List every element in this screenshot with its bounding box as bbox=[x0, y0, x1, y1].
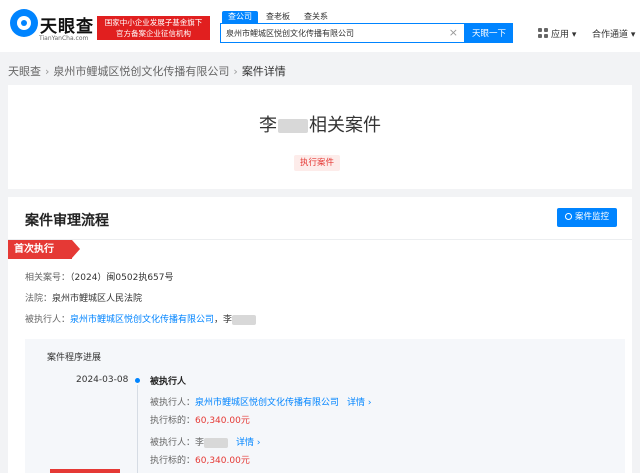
case-title-prefix: 李 bbox=[259, 115, 277, 136]
progress-title: 案件程序进展 bbox=[47, 353, 102, 363]
amount-label: 执行标的： bbox=[150, 416, 196, 426]
breadcrumb-home[interactable]: 天眼查 bbox=[8, 65, 41, 78]
executed-label: 被执行人： bbox=[25, 315, 71, 325]
divider bbox=[8, 239, 632, 240]
court-label: 法院： bbox=[25, 294, 53, 304]
executed-person-row: 被执行人：泉州市鲤城区悦创文化传播有限公司，李 bbox=[25, 312, 257, 325]
search-input[interactable] bbox=[226, 27, 446, 40]
executed-company-link[interactable]: 泉州市鲤城区悦创文化传播有限公司 bbox=[70, 315, 214, 325]
detail-link[interactable]: 详情 › bbox=[347, 398, 371, 408]
case-number-value: （2024）闽0502执657号 bbox=[70, 273, 174, 283]
case-monitor-button[interactable]: 案件监控 bbox=[557, 208, 617, 227]
timeline-company-link[interactable]: 泉州市鲤城区悦创文化传播有限公司 bbox=[195, 398, 339, 408]
timeline-executed-person-row: 被执行人：李 详情 › bbox=[150, 435, 261, 448]
timeline-person-name: 李 bbox=[195, 438, 205, 448]
case-monitor-label: 案件监控 bbox=[574, 212, 609, 222]
court-value: 泉州市鲤城区人民法院 bbox=[52, 294, 143, 304]
timeline-executed-company-row: 被执行人：泉州市鲤城区悦创文化传播有限公司 详情 › bbox=[150, 395, 372, 408]
close-icon[interactable]: × bbox=[449, 26, 458, 40]
logo-name: 天眼查 bbox=[40, 17, 94, 37]
slogan-line-2: 官方备案企业征信机构 bbox=[116, 29, 191, 38]
case-title-card: 李 相关案件 执行案件 bbox=[8, 85, 632, 189]
progress-panel: 案件程序进展 2024-03-08 被执行人 被执行人：泉州市鲤城区悦创文化传播… bbox=[25, 339, 625, 473]
timeline-date: 2024-03-08 bbox=[76, 375, 129, 385]
grid-icon[interactable] bbox=[538, 28, 548, 38]
timeline-executed-label: 被执行人： bbox=[150, 398, 196, 408]
tab-search-company[interactable]: 查公司 bbox=[222, 11, 258, 23]
breadcrumb-separator: › bbox=[233, 65, 238, 78]
timeline-dot-icon bbox=[135, 378, 140, 383]
timeline-line bbox=[137, 385, 138, 473]
timeline-amount-row: 执行标的：60,340.00元 bbox=[150, 453, 250, 466]
executed-person-name: ，李 bbox=[214, 315, 233, 325]
amount-label: 执行标的： bbox=[150, 456, 196, 466]
case-title-suffix: 相关案件 bbox=[309, 115, 381, 136]
amount-value: 60,340.00元 bbox=[195, 456, 250, 466]
redacted-name bbox=[278, 119, 308, 133]
amount-value: 60,340.00元 bbox=[195, 416, 250, 426]
breadcrumb-current: 案件详情 bbox=[241, 65, 286, 78]
case-number-row: 相关案号：（2024）闽0502执657号 bbox=[25, 270, 174, 283]
stage-badge: 首次执行 bbox=[8, 240, 80, 259]
redacted-name bbox=[204, 437, 229, 448]
court-row: 法院：泉州市鲤城区人民法院 bbox=[25, 291, 142, 304]
case-process-card: 案件审理流程 案件监控 首次执行 相关案号：（2024）闽0502执657号 法… bbox=[8, 197, 632, 473]
nav-cooperation-menu[interactable]: 合作通道 ▾ bbox=[592, 27, 635, 40]
breadcrumb-company[interactable]: 泉州市鲤城区悦创文化传播有限公司 bbox=[53, 65, 229, 78]
search-box: × bbox=[220, 23, 465, 43]
timeline-amount-row: 执行标的：60,340.00元 bbox=[150, 413, 250, 426]
tab-search-boss[interactable]: 查老板 bbox=[260, 11, 296, 23]
next-stage-badge-edge bbox=[50, 469, 120, 473]
timeline-executed-label: 被执行人： bbox=[150, 438, 196, 448]
redacted-name bbox=[232, 314, 257, 325]
page-title: 李 相关案件 bbox=[8, 111, 632, 137]
slogan-banner: 国家中小企业发展子基金旗下 官方备案企业征信机构 bbox=[97, 16, 210, 40]
breadcrumb-separator: › bbox=[45, 65, 50, 78]
slogan-line-1: 国家中小企业发展子基金旗下 bbox=[104, 18, 203, 27]
case-number-label: 相关案号： bbox=[25, 273, 71, 283]
location-icon bbox=[564, 213, 572, 220]
logo-eye-icon bbox=[10, 9, 38, 37]
timeline-event-title: 被执行人 bbox=[150, 377, 187, 387]
detail-link[interactable]: 详情 › bbox=[236, 438, 260, 448]
top-header: 天眼查 TianYanCha.com 国家中小企业发展子基金旗下 官方备案企业征… bbox=[0, 0, 640, 52]
section-title: 案件审理流程 bbox=[25, 213, 109, 229]
tab-search-relation[interactable]: 查关系 bbox=[298, 11, 334, 23]
logo-subtitle: TianYanCha.com bbox=[39, 35, 89, 42]
breadcrumb: 天眼查 › 泉州市鲤城区悦创文化传播有限公司 › 案件详情 bbox=[8, 63, 286, 79]
nav-apps-menu[interactable]: 应用 ▾ bbox=[551, 27, 576, 40]
case-type-badge: 执行案件 bbox=[294, 155, 341, 171]
site-logo[interactable]: 天眼查 TianYanCha.com bbox=[10, 9, 94, 45]
search-tabs: 查公司 查老板 查关系 bbox=[222, 11, 336, 23]
search-button[interactable]: 天眼一下 bbox=[465, 23, 513, 43]
